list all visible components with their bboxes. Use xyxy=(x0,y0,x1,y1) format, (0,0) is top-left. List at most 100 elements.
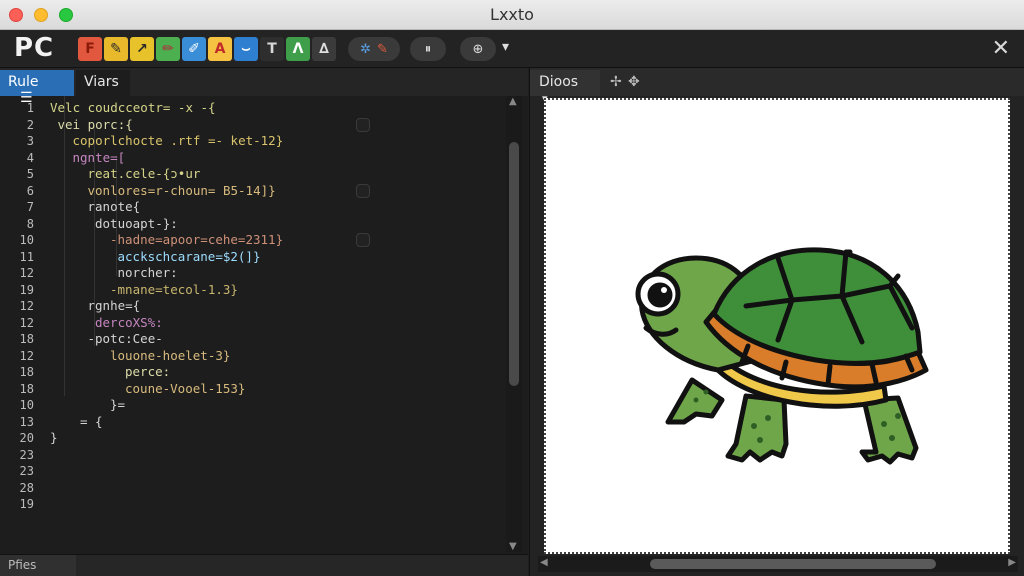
code-text-area[interactable]: Velc coudcceotr= -x -{vei porc:{coporlch… xyxy=(42,96,502,546)
code-line[interactable]: ngnte=[ xyxy=(73,150,126,167)
line-number: 10 xyxy=(19,233,34,247)
line-number: 12 xyxy=(19,348,34,363)
indent-guide xyxy=(64,96,65,396)
scrollbar-thumb[interactable] xyxy=(509,142,519,386)
scroll-down-icon[interactable]: ▼ xyxy=(509,541,517,552)
editor-tabbar: Rule ☰ Viars xyxy=(0,68,528,106)
dropper-tool[interactable]: ✐ xyxy=(182,37,206,61)
turtle-eye-highlight xyxy=(661,287,667,293)
window-title: Lxxto xyxy=(490,5,534,24)
status-files-label[interactable]: Pfies xyxy=(0,555,76,576)
target-icon: ⊕ xyxy=(472,41,484,57)
line-number: 13 xyxy=(19,414,34,429)
code-line[interactable]: vei porc:{ xyxy=(58,117,133,134)
code-line[interactable]: Velc coudcceotr= -x -{ xyxy=(50,100,216,117)
code-line[interactable]: perce: xyxy=(125,364,170,381)
lambda-tool[interactable]: Λ xyxy=(286,37,310,61)
tab-label: Viars xyxy=(84,74,119,90)
turtle-back-leg xyxy=(859,395,919,465)
tab-viars[interactable]: Viars xyxy=(76,70,130,96)
code-line[interactable]: dercoXS%: xyxy=(95,315,163,332)
line-number: 23 xyxy=(19,464,34,478)
tab-label: Rule xyxy=(8,74,39,90)
pen-tool[interactable]: ✏ xyxy=(156,37,180,61)
code-line[interactable]: }= xyxy=(110,397,125,414)
arrow-tool[interactable]: ↗ xyxy=(130,37,154,61)
code-line[interactable]: vonlores=r-choun= B5-14]} xyxy=(88,183,276,200)
line-number: 19 xyxy=(19,497,34,511)
move-icon[interactable]: ✢ xyxy=(610,74,622,90)
tab-label: Dioos xyxy=(539,74,579,90)
line-number: 28 xyxy=(19,480,34,495)
line-number: 11 xyxy=(19,249,34,264)
scroll-up-icon[interactable]: ▲ xyxy=(509,96,517,107)
line-number: 4 xyxy=(26,150,34,165)
tab-dioos[interactable]: Dioos ▾ xyxy=(530,70,600,105)
window-titlebar: Lxxto xyxy=(0,0,1024,30)
turtle-illustration xyxy=(635,247,929,465)
wand-icon[interactable]: ✎ xyxy=(377,42,388,57)
code-line[interactable]: coune-Vooel-153} xyxy=(125,381,245,398)
close-icon[interactable]: ✕ xyxy=(992,36,1010,61)
line-number: 19 xyxy=(19,282,34,297)
line-number: 18 xyxy=(19,332,34,346)
code-line[interactable]: coporlchocte .rtf =- ket-12} xyxy=(73,133,284,150)
code-line[interactable]: -hadne=apoor=cehe=2311} xyxy=(110,232,283,249)
code-editor-pane: Rule ☰ Viars 1 2 3 4 5 6 7 8 10 11 12 19 12 12 18 12 18 1… xyxy=(0,68,528,576)
line-number-gutter: 1 2 3 4 5 6 7 8 10 11 12 19 12 12 18 12 18 18 10 13 20 23 23 28… xyxy=(0,96,42,546)
target-button[interactable]: ⊕ xyxy=(460,37,496,61)
vertical-scrollbar[interactable]: ▲ ▼ xyxy=(506,96,522,552)
turtle-front-leg xyxy=(725,393,789,463)
code-line[interactable]: -potc:Cee- xyxy=(88,331,163,348)
line-number: 12 xyxy=(19,266,34,280)
line-number: 18 xyxy=(19,381,34,396)
curve-tool[interactable]: ⌣ xyxy=(234,37,258,61)
line-number: 10 xyxy=(19,398,34,412)
pause-button[interactable]: ⏸ xyxy=(410,37,446,61)
scroll-left-icon[interactable]: ◀ xyxy=(540,557,548,568)
line-number: 5 xyxy=(26,167,34,181)
color-tools-group[interactable]: ✲ ✎ xyxy=(348,37,400,61)
line-number: 23 xyxy=(19,447,34,462)
line-number: 1 xyxy=(26,101,34,115)
line-number: 20 xyxy=(19,431,34,445)
scroll-right-icon[interactable]: ▶ xyxy=(1008,557,1016,568)
code-line[interactable]: = { xyxy=(80,414,103,431)
main-toolbar: PC F ✎ ↗ ✏ ✐ A ⌣ T Λ ∆ ✲ ✎ ⏸ ⊕ ▾ ✕ xyxy=(0,30,1024,68)
fold-marker[interactable] xyxy=(356,183,370,198)
code-line[interactable]: reat.cele-{ɔ•ur xyxy=(88,166,201,183)
text-t-tool[interactable]: T xyxy=(260,37,284,61)
code-line[interactable]: -mnane=tecol-1.3} xyxy=(110,282,238,299)
format-f-tool[interactable]: F xyxy=(78,37,102,61)
angle-tool[interactable]: ∆ xyxy=(312,37,336,61)
code-line[interactable]: louone-hoelet-3} xyxy=(110,348,230,365)
pan-icon[interactable]: ✥ xyxy=(628,74,640,90)
code-line[interactable]: ranote{ xyxy=(88,199,141,216)
code-line[interactable]: } xyxy=(50,430,58,447)
code-line[interactable]: norcher: xyxy=(118,265,178,282)
brush-tool[interactable]: ✎ xyxy=(104,37,128,61)
chevron-down-icon[interactable]: ▾ xyxy=(502,39,509,55)
tool-palette: F ✎ ↗ ✏ ✐ A ⌣ T Λ ∆ xyxy=(78,37,338,61)
app-logo: PC xyxy=(14,33,55,63)
text-a-tool[interactable]: A xyxy=(208,37,232,61)
preview-tabbar: Dioos ▾ ✢ ✥ xyxy=(530,68,1024,105)
pause-icon: ⏸ xyxy=(424,41,432,57)
horizontal-scrollbar[interactable]: ◀ ▶ xyxy=(538,556,1018,572)
preview-pane: Dioos ▾ ✢ ✥ xyxy=(529,68,1024,576)
preview-canvas[interactable] xyxy=(544,98,1010,554)
line-number: 12 xyxy=(19,299,34,313)
line-number: 8 xyxy=(26,216,34,231)
scrollbar-thumb[interactable] xyxy=(650,559,936,569)
code-line[interactable]: rgnhe={ xyxy=(88,298,141,315)
tab-rule[interactable]: Rule ☰ xyxy=(0,70,74,106)
line-number: 6 xyxy=(26,183,34,198)
code-line[interactable]: acckschcarane=$2(]} xyxy=(118,249,261,266)
editor-statusbar: Pfies xyxy=(0,554,528,576)
fold-marker[interactable] xyxy=(356,117,370,132)
line-number: 18 xyxy=(19,365,34,379)
code-line[interactable]: dotuoapt-}: xyxy=(95,216,178,233)
fold-marker[interactable] xyxy=(356,233,370,247)
line-number: 2 xyxy=(26,117,34,132)
gear-icon[interactable]: ✲ xyxy=(360,42,371,57)
